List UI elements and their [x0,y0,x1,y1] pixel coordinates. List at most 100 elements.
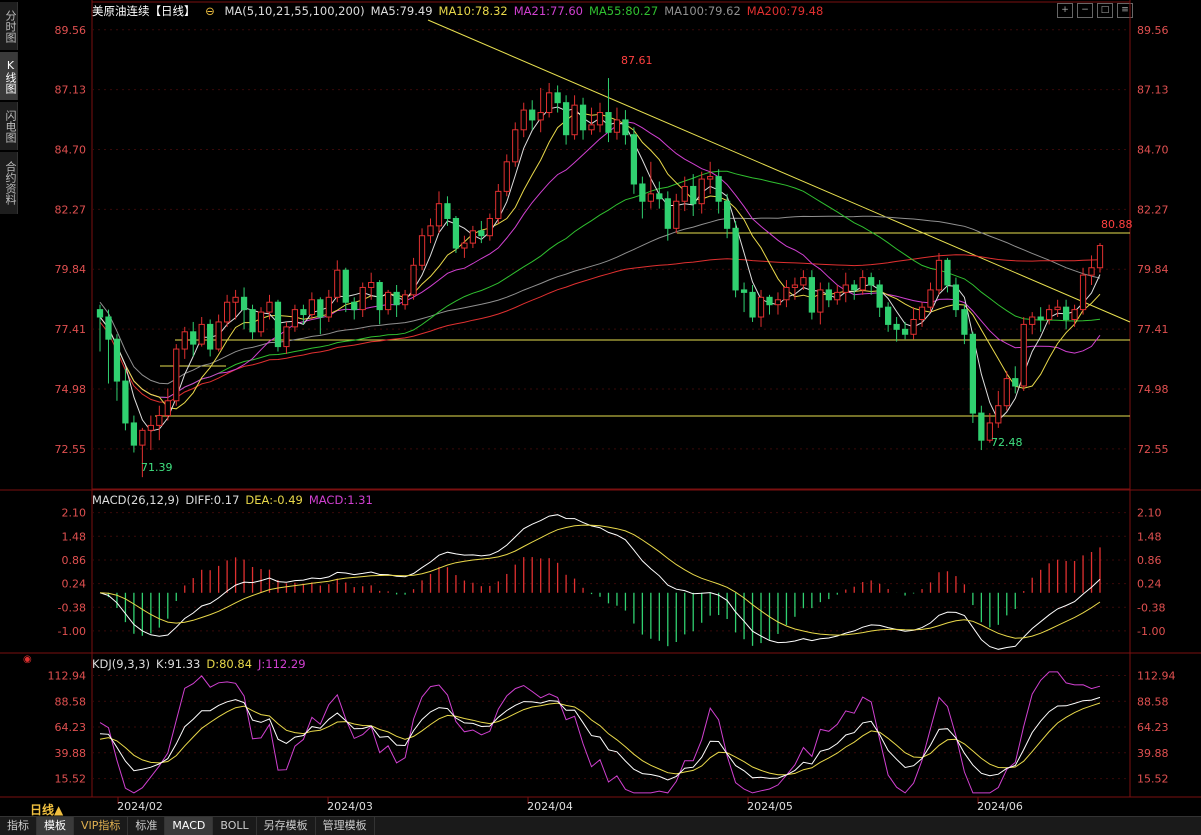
price-tick-left: 79.84 [55,263,87,276]
macd-tick-left: -1.00 [58,625,86,638]
price-tick-right: 87.13 [1137,84,1169,97]
candle-body [223,301,231,323]
kdj-tick-right: 64.23 [1137,721,1169,734]
ma-legend-item: MA21:77.60 [513,4,583,18]
candle-body [605,112,612,133]
trendline-resistance [427,19,1131,323]
candle-body [1071,309,1078,320]
ma-legend-item: MA(5,10,21,55,100,200) [224,4,365,18]
date-label: 2024/06 [977,800,1023,813]
candle-body [1012,378,1019,387]
candle-body [1020,323,1027,387]
toolbar-button[interactable]: BOLL [213,817,257,835]
macd-tick-right: -1.00 [1137,625,1165,638]
main-chart-header: 美原油连续【日线】 ⊖ MA(5,10,21,55,100,200) MA5:79… [92,3,835,19]
ma100-line [99,215,1101,385]
macd-tick-left: 0.24 [62,578,87,591]
kdj-tick-left: 64.23 [55,721,87,734]
settings-circle-icon[interactable]: ⊖ [205,4,215,18]
candle-body [478,230,485,237]
kdj-legend-item: KDJ(9,3,3) [92,657,151,671]
kdj-tick-left: 15.52 [55,773,87,786]
candle-body [707,176,714,180]
candle-body [901,328,909,335]
price-tick-left: 87.13 [55,84,87,97]
toolbar-button[interactable]: 另存模板 [257,817,316,835]
candle-body [825,289,832,301]
candle-body [851,284,858,291]
candle-body [918,306,926,320]
kdj-legend-item: K:91.33 [156,657,201,671]
low-price-label: 72.48 [991,436,1023,449]
price-tick-right: 74.98 [1137,383,1169,396]
macd-tick-left: 1.48 [62,530,87,543]
candle-body [562,102,570,136]
candle-body [385,291,392,311]
candle-body [147,424,154,431]
candle-body [351,301,358,311]
toolbar-button[interactable]: 管理模板 [316,817,375,835]
macd-diff-line [99,514,1101,650]
candle-body [978,412,985,441]
price-tick-right: 82.27 [1137,203,1169,216]
candle-body [452,217,460,249]
ma-legend-item: MA200:79.48 [746,4,824,18]
chart-canvas[interactable]: 89.56 89.56 87.13 87.13 84.70 84.70 82.27 82.27… [0,0,1201,834]
candle-body [622,119,629,136]
candle-body [834,291,841,301]
price-tick-right: 84.70 [1137,143,1169,156]
candle-body [630,134,638,185]
candle-body [435,203,443,227]
candle-body [512,129,519,163]
candle-body [461,242,468,249]
toolbar-button[interactable]: VIP指标 [74,817,129,835]
price-tick-left: 82.27 [55,203,87,216]
candle-body [579,104,587,131]
candle-body [766,296,773,306]
ma-legend-item: MA55:80.27 [588,4,659,18]
candle-body [96,309,104,318]
price-tick-left: 72.55 [55,443,87,456]
candle-body [969,333,977,414]
macd-legend-item: MACD(26,12,9) [92,493,180,507]
candle-body [1088,267,1095,276]
candle-body [639,183,646,202]
candle-body [257,311,265,333]
candle-body [139,429,146,446]
candle-body [232,296,239,303]
candle-body [410,264,417,296]
candle-body [342,269,349,303]
toolbar-button[interactable]: 标准 [128,817,166,835]
candle-body [325,296,332,318]
candle-body [546,92,553,114]
macd-tick-right: 1.48 [1137,530,1162,543]
candle-body [800,277,807,286]
ma-legend-item: MA5:79.49 [370,4,433,18]
date-label: 2024/02 [117,800,163,813]
price-tick-right: 89.56 [1137,24,1169,37]
candle-body [885,306,892,325]
instrument-title[interactable]: 美原油连续【日线】 [92,4,196,18]
macd-header: MACD(26,12,9) DIFF:0.17 DEA:-0.49 MACD:1.31 [92,493,385,507]
price-tick-left: 89.56 [55,24,87,37]
candle-body [503,161,510,192]
kdj-indicator-icon[interactable]: ◉ [23,654,32,665]
candle-body [732,227,739,291]
kdj-legend-item: D:80.84 [206,657,253,671]
toolbar-button[interactable]: MACD [165,817,214,835]
candle-body [723,200,731,229]
toolbar-button[interactable]: 指标 [0,817,37,835]
macd-dea-line [99,524,1101,639]
candle-body [198,323,205,345]
toolbar-button[interactable]: 模板 [37,817,74,835]
candle-body [105,316,112,340]
candle-body [783,286,790,301]
kdj-tick-right: 112.94 [1137,669,1176,682]
kdj-legend-item: J:112.29 [258,657,306,671]
candle-body [1096,245,1104,269]
candle-body [935,259,943,291]
candle-body [664,198,671,229]
candle-body [368,282,375,288]
ma21-line [99,121,1101,399]
candle-body [207,323,214,350]
